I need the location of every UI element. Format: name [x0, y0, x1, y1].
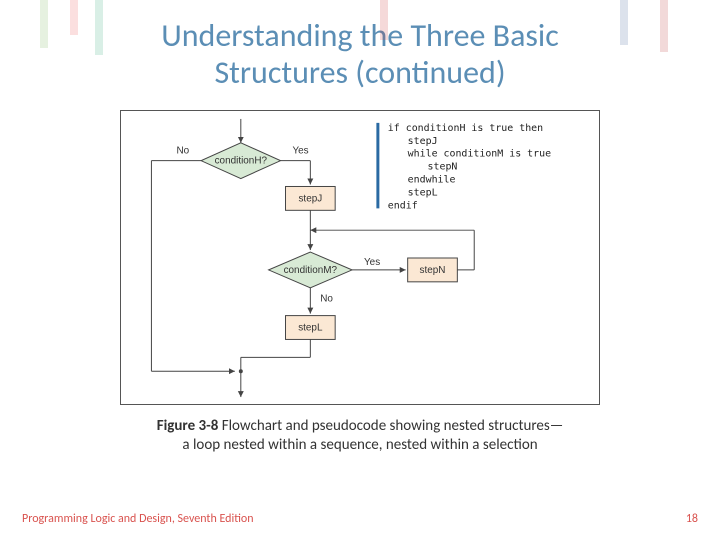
pcode-l6: stepL — [408, 187, 438, 198]
label-stepN: stepN — [420, 264, 446, 275]
title-line-1: Understanding the Three Basic — [161, 16, 559, 55]
caption-text-1: Flowchart and pseudocode showing nested … — [218, 417, 563, 435]
pcode-l5: endwhile — [408, 174, 456, 185]
title-line-2: Structures (continued) — [214, 53, 505, 92]
label-stepL: stepL — [298, 322, 323, 333]
pcode-l3: while conditionM is true — [408, 148, 551, 159]
pcode-l1: if conditionH is true then — [388, 122, 543, 133]
slide-footer: Programming Logic and Design, Seventh Ed… — [22, 512, 698, 526]
label-no-mid: No — [320, 293, 333, 304]
pseudocode-block: if conditionH is true then stepJ while c… — [388, 122, 551, 210]
label-no-top: No — [176, 145, 189, 156]
slide-title: Understanding the Three Basic Structures… — [0, 0, 720, 102]
label-conditionM: conditionM? — [284, 264, 338, 275]
caption-text-2: a loop nested within a sequence, nested … — [182, 436, 537, 454]
label-yes-top: Yes — [292, 145, 308, 156]
pcode-l4: stepN — [428, 161, 458, 172]
page-number: 18 — [686, 512, 698, 526]
figure-caption: Figure 3-8 Flowchart and pseudocode show… — [0, 417, 720, 456]
label-stepJ: stepJ — [298, 193, 322, 204]
footer-book-title: Programming Logic and Design, Seventh Ed… — [22, 512, 254, 526]
pcode-l2: stepJ — [408, 135, 438, 146]
pcode-l7: endif — [388, 200, 418, 211]
label-yes-mid: Yes — [364, 257, 380, 268]
label-conditionH: conditionH? — [215, 155, 268, 166]
flowchart-figure: conditionH? No Yes stepJ conditionM? Yes… — [120, 110, 600, 405]
caption-label: Figure 3-8 — [157, 417, 219, 435]
flowchart-svg: conditionH? No Yes stepJ conditionM? Yes… — [121, 111, 599, 404]
